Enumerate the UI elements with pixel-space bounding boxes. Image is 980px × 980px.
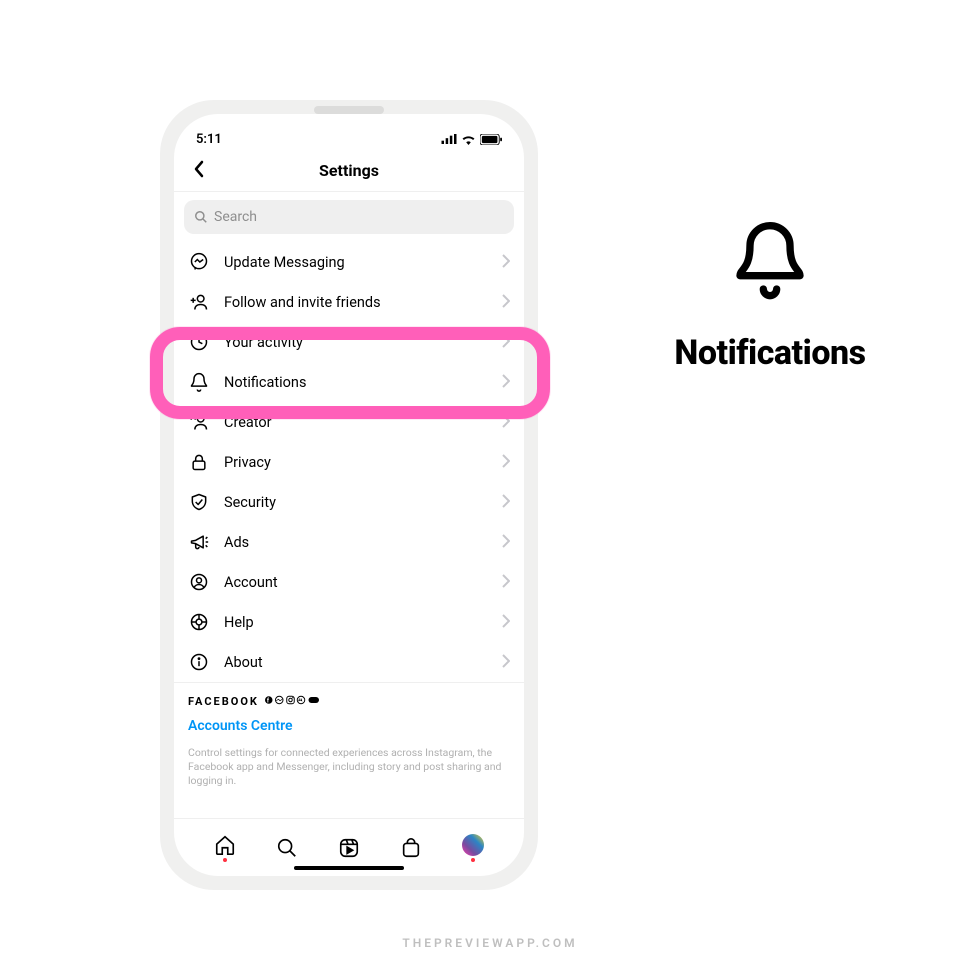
shop-icon [400, 837, 422, 859]
chevron-right-icon [502, 373, 510, 392]
row-label: Security [224, 494, 488, 511]
accounts-centre-link[interactable]: Accounts Centre [188, 718, 293, 734]
row-label: Follow and invite friends [224, 294, 488, 311]
chevron-right-icon [502, 653, 510, 672]
account-icon [188, 572, 210, 592]
home-indicator [294, 866, 404, 870]
wifi-icon [461, 134, 476, 145]
phone-notch [314, 106, 384, 114]
settings-list: Update Messaging Follow and invite frien… [174, 242, 524, 818]
bell-icon [730, 215, 810, 303]
messenger-icon [188, 252, 210, 272]
callout-title: Notifications [674, 333, 865, 373]
facebook-brand: FACEBOOK f [188, 695, 510, 708]
home-icon [214, 834, 236, 856]
reels-icon [338, 837, 360, 859]
row-label: About [224, 654, 488, 671]
chevron-right-icon [502, 413, 510, 432]
brand-glyphs-icon: f [265, 695, 325, 708]
row-ads[interactable]: Ads [174, 522, 524, 562]
notification-dot-icon [471, 858, 475, 862]
row-help[interactable]: Help [174, 602, 524, 642]
row-account[interactable]: Account [174, 562, 524, 602]
chevron-left-icon [192, 160, 206, 178]
callout: Notifications [600, 215, 940, 373]
footer-block: FACEBOOK f Accounts Centre Co [174, 682, 524, 795]
tab-home[interactable] [214, 834, 236, 862]
chevron-right-icon [502, 253, 510, 272]
row-label: Help [224, 614, 488, 631]
search-input[interactable]: Search [184, 200, 514, 234]
row-creator[interactable]: Creator [174, 402, 524, 442]
bell-icon [188, 372, 210, 392]
row-label: Ads [224, 534, 488, 551]
watermark: THEPREVIEWAPP.COM [402, 936, 577, 950]
row-label: Notifications [224, 374, 488, 391]
info-icon [188, 652, 210, 672]
row-about[interactable]: About [174, 642, 524, 682]
chevron-right-icon [502, 453, 510, 472]
row-follow-invite[interactable]: Follow and invite friends [174, 282, 524, 322]
search-icon [194, 210, 208, 224]
tab-search[interactable] [276, 837, 298, 859]
chevron-right-icon [502, 533, 510, 552]
phone-mockup: 5:11 Settings Search [160, 100, 538, 890]
clock-icon [188, 332, 210, 352]
add-user-icon [188, 292, 210, 312]
shield-icon [188, 492, 210, 512]
back-button[interactable] [186, 154, 212, 188]
tab-shop[interactable] [400, 837, 422, 859]
lock-icon [188, 452, 210, 472]
megaphone-icon [188, 532, 210, 552]
svg-text:f: f [267, 697, 271, 704]
search-icon [276, 837, 298, 859]
notification-dot-icon [223, 858, 227, 862]
status-bar: 5:11 [174, 114, 524, 150]
row-your-activity[interactable]: Your activity [174, 322, 524, 362]
chevron-right-icon [502, 293, 510, 312]
creator-icon [188, 412, 210, 432]
tab-profile[interactable] [462, 834, 484, 862]
navbar-title: Settings [319, 161, 379, 180]
row-security[interactable]: Security [174, 482, 524, 522]
row-privacy[interactable]: Privacy [174, 442, 524, 482]
search-placeholder: Search [214, 209, 257, 225]
chevron-right-icon [502, 613, 510, 632]
row-notifications[interactable]: Notifications [174, 362, 524, 402]
row-label: Privacy [224, 454, 488, 471]
chevron-right-icon [502, 493, 510, 512]
row-label: Creator [224, 414, 488, 431]
battery-icon [480, 134, 502, 145]
row-label: Account [224, 574, 488, 591]
chevron-right-icon [502, 573, 510, 592]
status-time: 5:11 [196, 132, 222, 147]
help-icon [188, 612, 210, 632]
navbar: Settings [174, 150, 524, 192]
row-update-messaging[interactable]: Update Messaging [174, 242, 524, 282]
signal-icon [441, 134, 457, 144]
row-label: Your activity [224, 334, 488, 351]
tab-bar [174, 818, 524, 876]
footer-description: Control settings for connected experienc… [188, 746, 510, 789]
profile-avatar-icon [462, 834, 484, 856]
chevron-right-icon [502, 333, 510, 352]
row-label: Update Messaging [224, 254, 488, 271]
status-icons [441, 134, 502, 145]
tab-reels[interactable] [338, 837, 360, 859]
